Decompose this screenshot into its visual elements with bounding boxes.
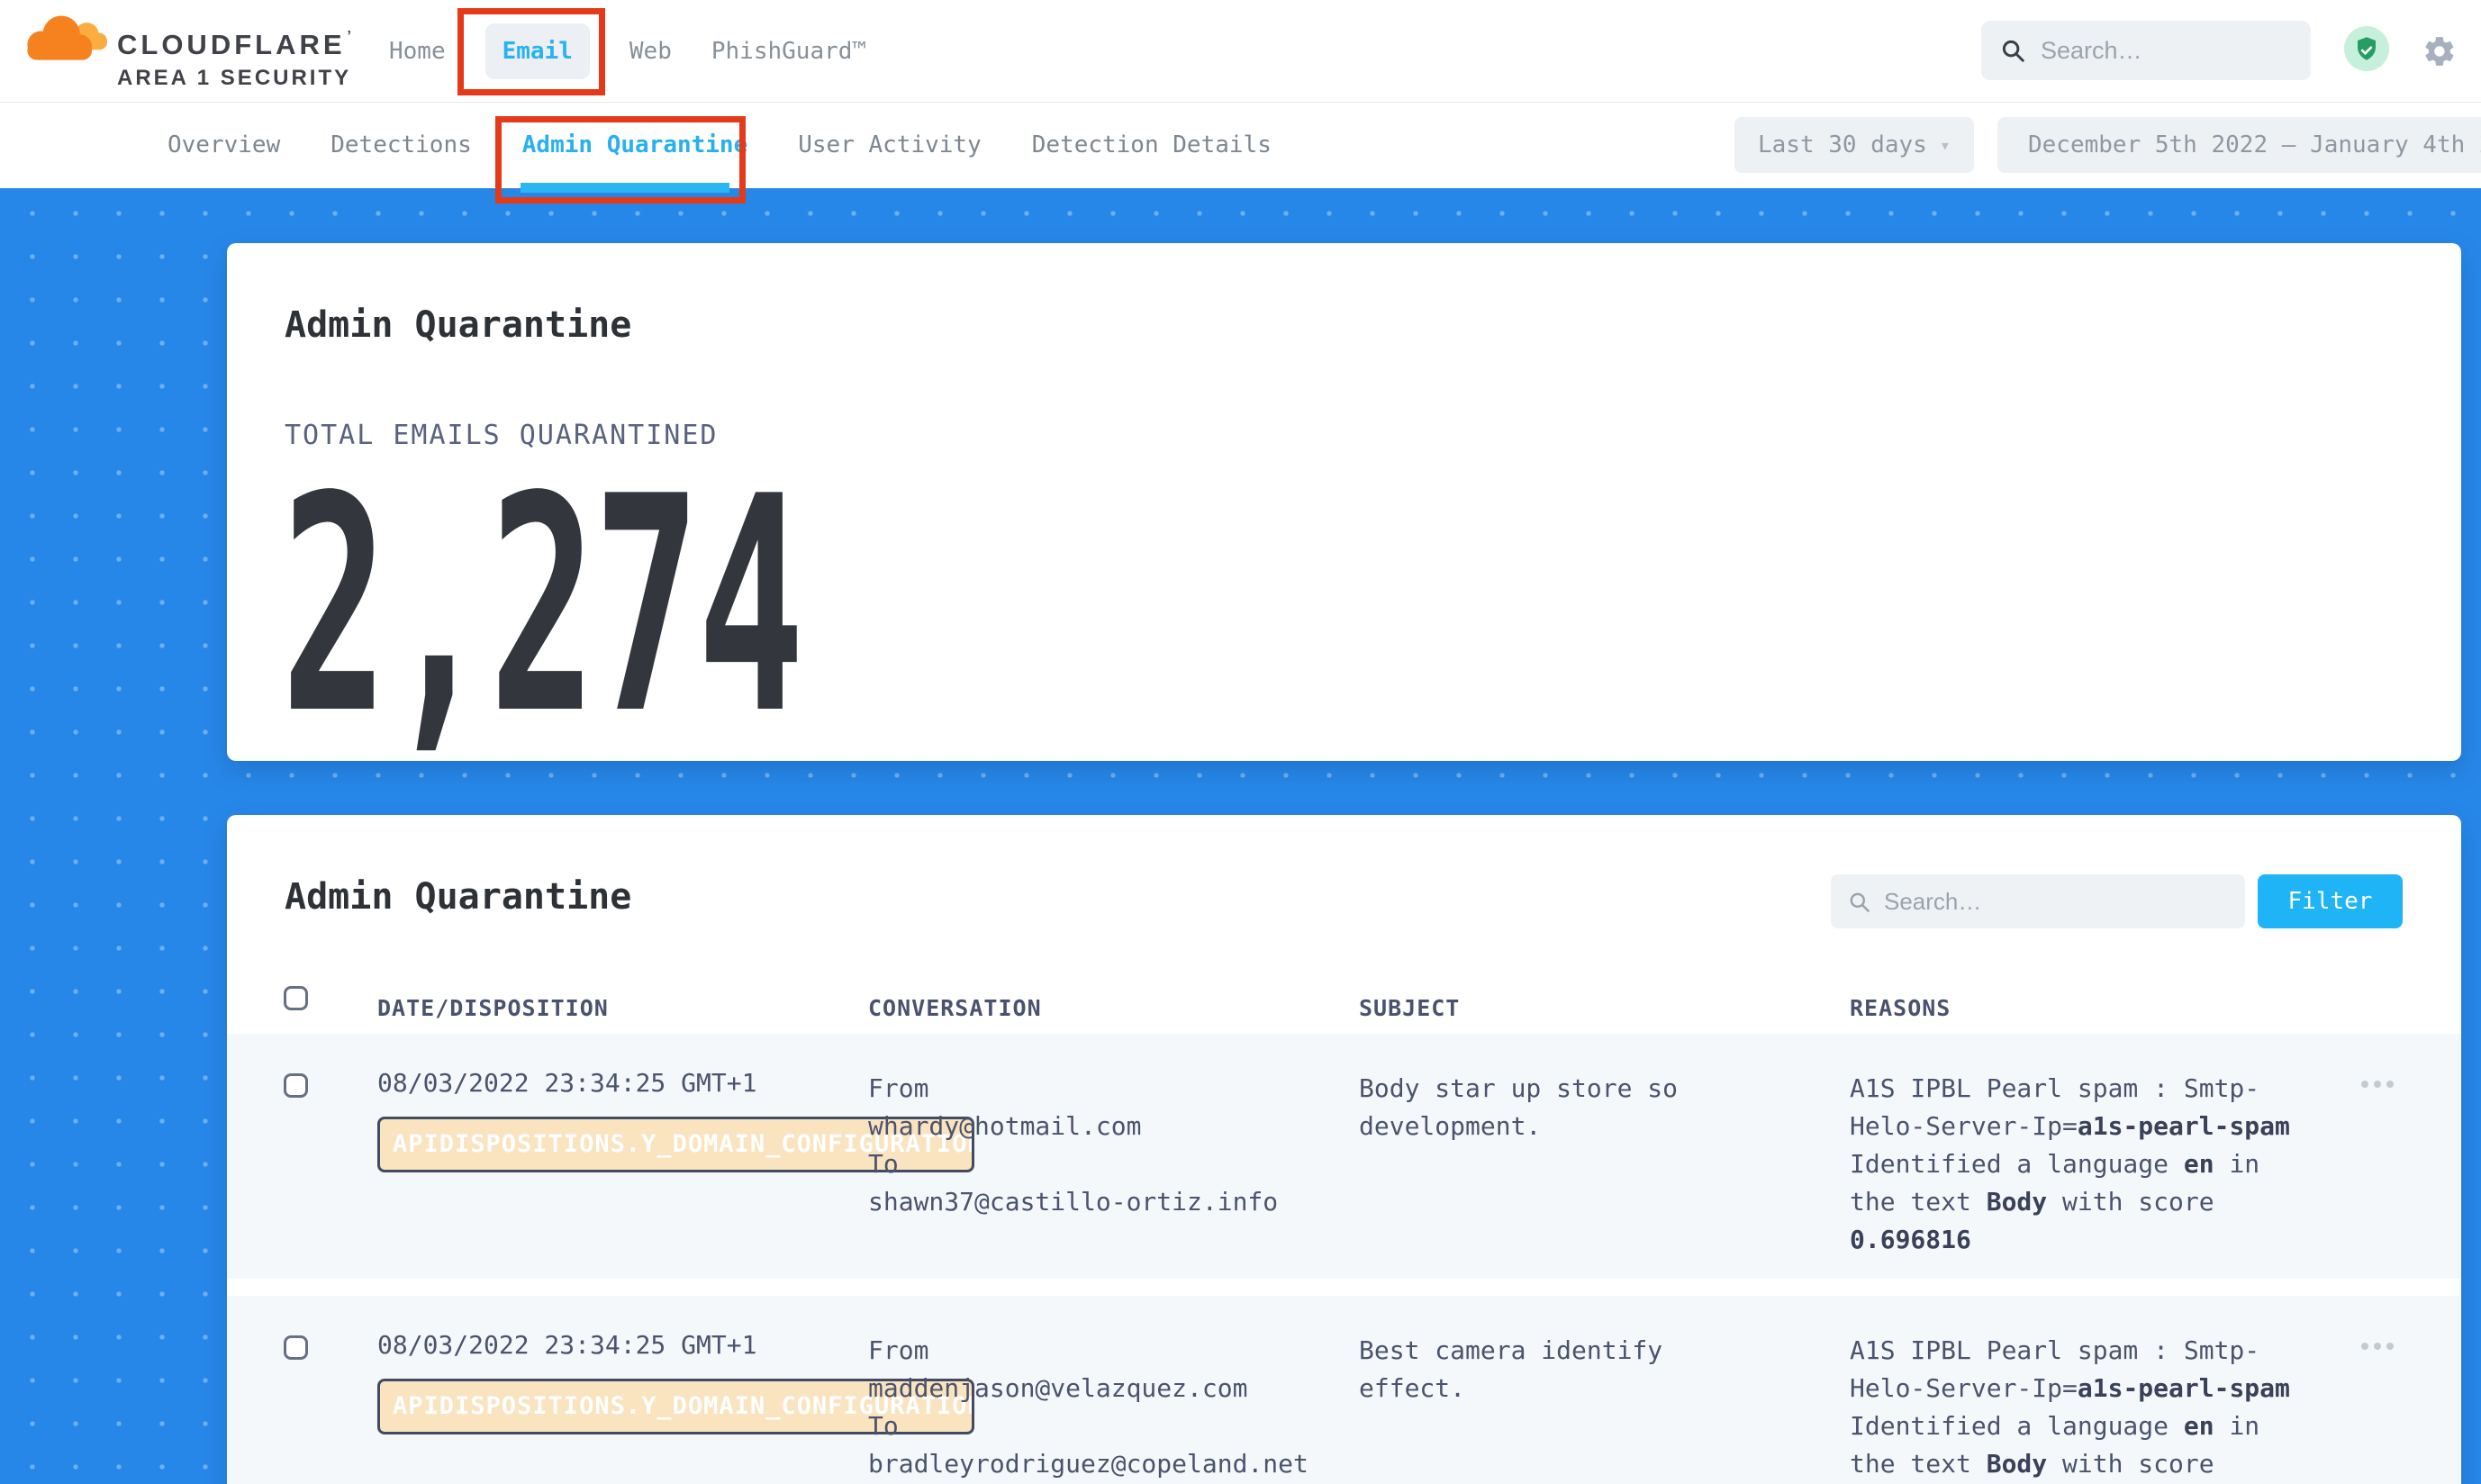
row-reasons: A1S IPBL Pearl spam : Smtp-Helo-Server-I… xyxy=(1850,1332,2318,1484)
top-header: CLOUDFLARE’ AREA 1 SECURITY Home Email W… xyxy=(0,0,2481,103)
brand-text: CLOUDFLARE’ AREA 1 SECURITY xyxy=(117,29,355,91)
select-all-checkbox[interactable] xyxy=(284,986,308,1010)
subnav-tabs: Overview Detections Admin Quarantine Use… xyxy=(168,103,1272,188)
table-row[interactable]: 08/03/2022 23:34:25 GMT+1 APIDISPOSITION… xyxy=(227,1034,2461,1279)
table-row[interactable]: 08/03/2022 23:34:25 GMT+1 APIDISPOSITION… xyxy=(227,1296,2461,1484)
column-header-conversation: CONVERSATION xyxy=(868,995,1042,1021)
table-card-title: Admin Quarantine xyxy=(285,876,631,918)
tab-detections[interactable]: Detections xyxy=(330,103,472,188)
stats-card-title: Admin Quarantine xyxy=(285,304,631,346)
date-range-value: December 5th 2022 — January 4th 2023 xyxy=(2028,131,2481,158)
column-header-subject: SUBJECT xyxy=(1359,995,1460,1021)
email-subnav: Overview Detections Admin Quarantine Use… xyxy=(0,103,2481,188)
page-content: Admin Quarantine TOTAL EMAILS QUARANTINE… xyxy=(0,188,2481,1484)
search-icon xyxy=(1999,37,2026,64)
row-subject: Best camera identify effect. xyxy=(1359,1332,1782,1407)
search-icon xyxy=(1847,890,1871,914)
time-range-value: Last 30 days xyxy=(1758,131,1927,158)
filter-button[interactable]: Filter xyxy=(2258,874,2403,928)
quarantine-table-card: Admin Quarantine Filter DATE/DISPOSITION… xyxy=(227,815,2461,1484)
to-label: To xyxy=(868,1407,1308,1445)
table-search-input[interactable] xyxy=(1884,888,2229,916)
nav-item-home[interactable]: Home xyxy=(389,38,446,65)
time-range-dropdown[interactable]: Last 30 days ▾ xyxy=(1734,117,1974,173)
row-reasons: A1S IPBL Pearl spam : Smtp-Helo-Server-I… xyxy=(1850,1070,2318,1259)
header-search[interactable] xyxy=(1981,21,2311,80)
from-email: whardy@hotmail.com xyxy=(868,1108,1278,1145)
chevron-down-icon: ▾ xyxy=(1940,134,1951,156)
to-email: shawn37@castillo-ortiz.info xyxy=(868,1183,1278,1221)
brand-trademark: ’ xyxy=(348,29,355,44)
nav-item-web[interactable]: Web xyxy=(629,38,672,65)
cloudflare-logo[interactable]: CLOUDFLARE’ AREA 1 SECURITY xyxy=(18,5,396,95)
active-tab-indicator xyxy=(521,183,729,193)
column-header-reasons: REASONS xyxy=(1850,995,1951,1021)
tab-user-activity[interactable]: User Activity xyxy=(798,103,982,188)
shield-check-icon xyxy=(2353,35,2380,62)
from-label: From xyxy=(868,1070,1278,1108)
total-emails-value: 2,274 xyxy=(281,457,801,755)
row-conversation: From maddenjason@velazquez.com To bradle… xyxy=(868,1332,1308,1483)
admin-quarantine-page: CLOUDFLARE’ AREA 1 SECURITY Home Email W… xyxy=(0,0,2481,1484)
tab-admin-quarantine[interactable]: Admin Quarantine xyxy=(522,103,747,188)
protection-status-badge[interactable] xyxy=(2344,26,2389,71)
main-nav: Home Email Web PhishGuard™ xyxy=(389,0,866,103)
tab-overview[interactable]: Overview xyxy=(168,103,280,188)
row-subject: Body star up store so development. xyxy=(1359,1070,1782,1145)
settings-button[interactable] xyxy=(2422,34,2457,72)
to-label: To xyxy=(868,1145,1278,1183)
from-label: From xyxy=(868,1332,1308,1370)
header-search-input[interactable] xyxy=(2041,37,2293,65)
brand-subtitle: AREA 1 SECURITY xyxy=(117,66,355,91)
row-checkbox[interactable] xyxy=(284,1073,308,1098)
row-conversation: From whardy@hotmail.com To shawn37@casti… xyxy=(868,1070,1278,1221)
row-checkbox[interactable] xyxy=(284,1335,308,1360)
to-email: bradleyrodriguez@copeland.net xyxy=(868,1445,1308,1483)
column-header-date-disposition: DATE/DISPOSITION xyxy=(377,995,609,1021)
table-search[interactable] xyxy=(1831,874,2245,928)
cloudflare-cloud-icon xyxy=(18,9,108,68)
nav-item-phishguard[interactable]: PhishGuard™ xyxy=(711,38,866,65)
nav-item-email[interactable]: Email xyxy=(485,23,590,79)
brand-name: CLOUDFLARE’ xyxy=(117,29,355,61)
quarantine-stats-card: Admin Quarantine TOTAL EMAILS QUARANTINE… xyxy=(227,243,2461,761)
row-datetime: 08/03/2022 23:34:25 GMT+1 xyxy=(377,1330,756,1360)
more-options-button[interactable] xyxy=(2361,1343,2394,1350)
tab-detection-details[interactable]: Detection Details xyxy=(1032,103,1272,188)
gear-icon xyxy=(2422,34,2457,68)
from-email: maddenjason@velazquez.com xyxy=(868,1370,1308,1407)
date-range-picker[interactable]: December 5th 2022 — January 4th 2023 xyxy=(1997,117,2481,173)
more-options-button[interactable] xyxy=(2361,1081,2394,1088)
row-datetime: 08/03/2022 23:34:25 GMT+1 xyxy=(377,1068,756,1098)
